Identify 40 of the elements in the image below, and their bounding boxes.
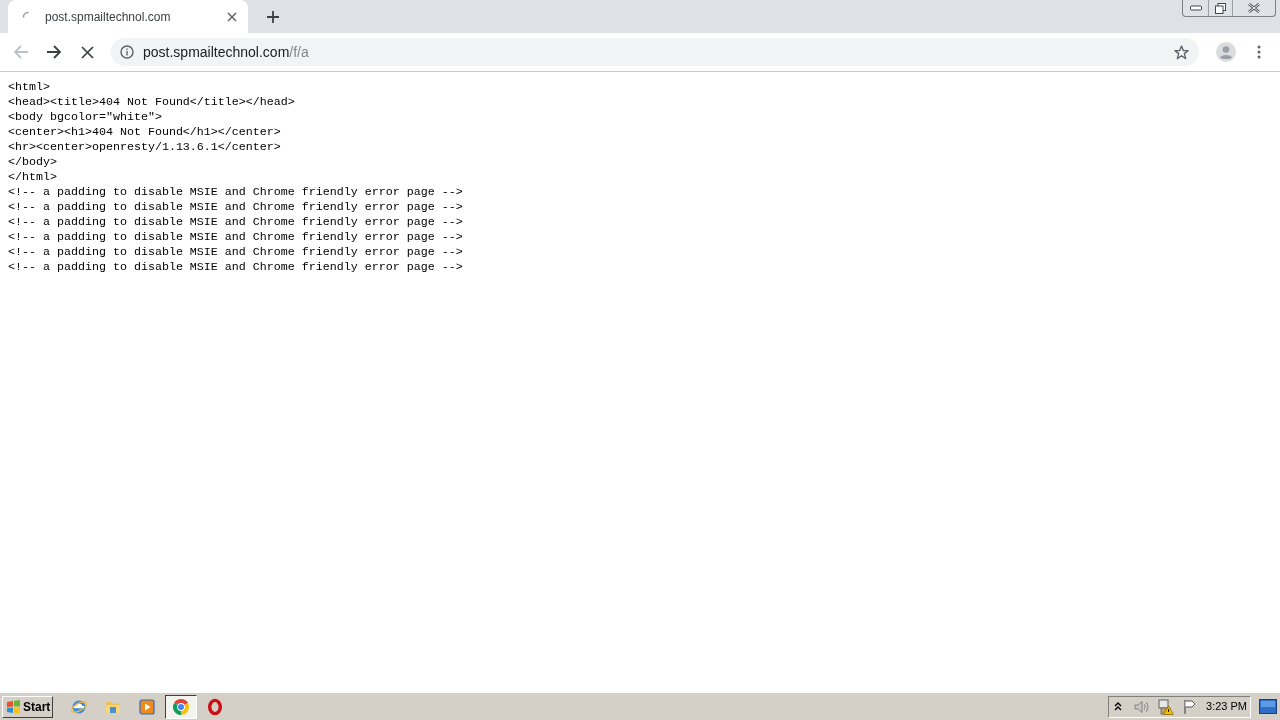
flag-icon[interactable] [1182,698,1198,715]
forward-arrow-icon [46,44,62,60]
info-icon [120,45,134,59]
network-warning-icon[interactable] [1157,698,1174,715]
avatar-icon [1216,42,1236,62]
close-icon [1248,3,1260,13]
source-line: <!-- a padding to disable MSIE and Chrome friendly error page --> [8,230,463,245]
minimize-icon [1189,5,1202,11]
source-line: </body> [8,155,57,170]
url-text: post.spmailtechnol.com/f/a [143,42,310,62]
restore-icon [1215,2,1226,14]
clock[interactable]: 3:23 PM [1206,698,1247,715]
source-line: <!-- a padding to disable MSIE and Chrome friendly error page --> [8,245,463,260]
close-icon [227,11,237,22]
source-line: <!-- a padding to disable MSIE and Chrome friendly error page --> [8,200,463,215]
start-logo-icon [6,699,21,714]
menu-icon [1257,45,1261,59]
round-browser-logo-icon [172,697,190,716]
star-icon [1173,44,1189,60]
speaker-icon[interactable] [1133,698,1149,715]
source-line: <body bgcolor="white"> [8,110,162,125]
source-line: <head><title>404 Not Found</title></head> [8,95,295,110]
source-line: <center><h1>404 Not Found</h1></center> [8,125,281,140]
back-arrow-icon [13,44,29,60]
address-bar[interactable]: post.spmailtechnol.com/f/a [111,38,1199,66]
source-line: <!-- a padding to disable MSIE and Chrome friendly error page --> [8,215,463,230]
source-line: </html> [8,170,57,185]
show-desktop-icon[interactable] [1259,699,1277,714]
source-line: <hr><center>openresty/1.13.6.1</center> [8,140,281,155]
tab-title: post.spmailtechnol.com [45,8,172,26]
plus-icon [266,9,280,24]
browser-tab[interactable]: post.spmailtechnol.com [8,0,248,33]
letter-o-ring-icon [206,697,224,716]
start-button[interactable]: Start [2,695,53,718]
source-line: <!-- a padding to disable MSIE and Chrome friendly error page --> [8,185,463,200]
source-line: <!-- a padding to disable MSIE and Chrome friendly error page --> [8,260,463,275]
chevron-up-icon [1114,702,1122,711]
source-line: <html> [8,80,50,95]
play-icon [138,697,156,716]
taskbar-app-button[interactable] [165,694,197,719]
